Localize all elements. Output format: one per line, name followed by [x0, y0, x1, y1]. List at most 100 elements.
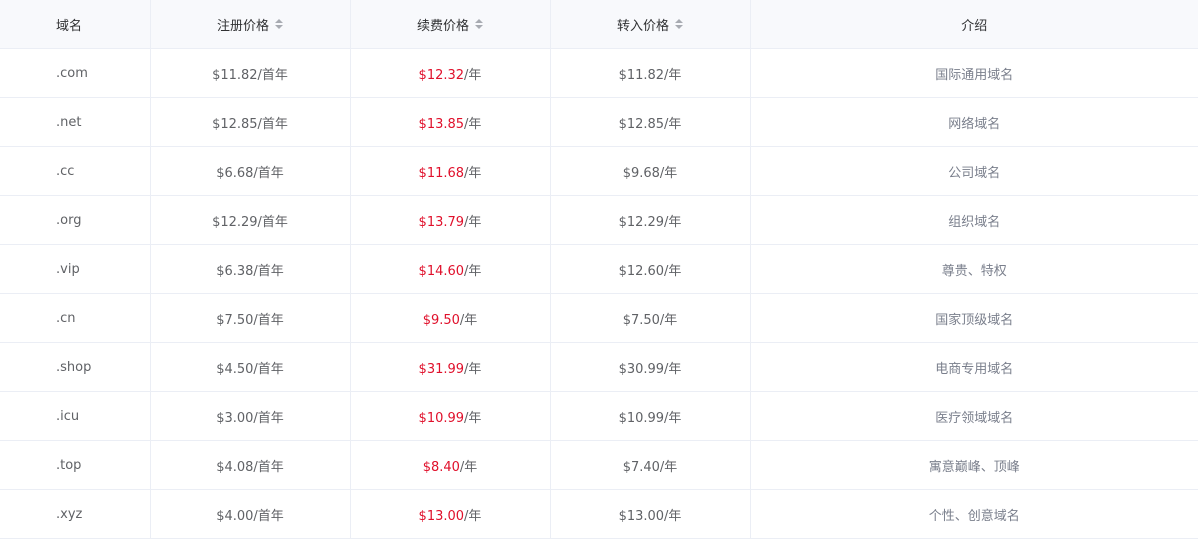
header-domain: 域名 — [0, 0, 151, 49]
header-intro-label: 介绍 — [961, 18, 988, 34]
cell-register-price: $4.08/首年 — [150, 440, 351, 490]
cell-intro: 公司域名 — [750, 146, 1198, 196]
domain-suffix: .shop — [56, 359, 92, 375]
cell-renew-price: $10.99/年 — [350, 391, 551, 441]
cell-transfer-price: $12.60/年 — [550, 244, 751, 294]
cell-register-price: $4.00/首年 — [150, 489, 351, 539]
sort-caret-icon[interactable] — [475, 19, 483, 29]
transfer-price: $12.85/年 — [618, 116, 682, 132]
register-price: $3.00/首年 — [216, 410, 284, 426]
cell-register-price: $12.85/首年 — [150, 97, 351, 147]
cell-domain: .shop — [0, 342, 151, 392]
cell-renew-price: $13.00/年 — [350, 489, 551, 539]
header-intro: 介绍 — [750, 0, 1198, 49]
header-renew-label: 续费价格 — [416, 18, 469, 34]
cell-register-price: $11.82/首年 — [150, 48, 351, 98]
domain-suffix: .icu — [56, 408, 80, 424]
intro-text: 尊贵、特权 — [941, 263, 1007, 279]
cell-domain: .top — [0, 440, 151, 490]
header-transfer-label: 转入价格 — [616, 18, 669, 34]
table-row: .icu $3.00/首年 $10.99/年 $10.99/年 医疗领域域名 — [0, 391, 1198, 441]
cell-renew-price: $11.68/年 — [350, 146, 551, 196]
table-row: .xyz $4.00/首年 $13.00/年 $13.00/年 个性、创意域名 — [0, 489, 1198, 539]
cell-renew-price: $9.50/年 — [350, 293, 551, 343]
transfer-price: $13.00/年 — [618, 508, 682, 524]
cell-renew-price: $12.32/年 — [350, 48, 551, 98]
table-header: 域名 注册价格 续费价格 转入价格 介绍 — [0, 0, 1198, 49]
transfer-price: $7.40/年 — [622, 459, 678, 475]
cell-domain: .cc — [0, 146, 151, 196]
cell-renew-price: $13.85/年 — [350, 97, 551, 147]
cell-register-price: $6.68/首年 — [150, 146, 351, 196]
register-price: $6.38/首年 — [216, 263, 284, 279]
renew-price-unit: /年 — [464, 410, 482, 426]
register-price: $6.68/首年 — [216, 165, 284, 181]
table-row: .top $4.08/首年 $8.40/年 $7.40/年 寓意巅峰、顶峰 — [0, 440, 1198, 490]
renew-price-amount: $13.79 — [418, 214, 465, 230]
intro-text: 国际通用域名 — [935, 67, 1014, 83]
header-renew-price[interactable]: 续费价格 — [350, 0, 551, 49]
renew-price-unit: /年 — [459, 459, 478, 475]
cell-transfer-price: $12.29/年 — [550, 195, 751, 245]
intro-text: 国家顶级域名 — [935, 312, 1014, 328]
cell-transfer-price: $7.40/年 — [550, 440, 751, 490]
register-price: $7.50/首年 — [216, 312, 284, 328]
header-register-label: 注册价格 — [216, 18, 269, 34]
cell-transfer-price: $7.50/年 — [550, 293, 751, 343]
table-row: .shop $4.50/首年 $31.99/年 $30.99/年 电商专用域名 — [0, 342, 1198, 392]
cell-transfer-price: $12.85/年 — [550, 97, 751, 147]
cell-intro: 电商专用域名 — [750, 342, 1198, 392]
sort-caret-icon[interactable] — [275, 19, 283, 29]
domain-suffix: .cc — [56, 163, 75, 179]
cell-intro: 尊贵、特权 — [750, 244, 1198, 294]
cell-transfer-price: $13.00/年 — [550, 489, 751, 539]
renew-price-amount: $14.60 — [418, 263, 465, 279]
register-price: $4.50/首年 — [216, 361, 284, 377]
header-domain-label: 域名 — [56, 18, 83, 34]
cell-intro: 医疗领域域名 — [750, 391, 1198, 441]
cell-domain: .com — [0, 48, 151, 98]
register-price: $12.85/首年 — [212, 116, 288, 132]
renew-price-unit: /年 — [459, 312, 478, 328]
cell-register-price: $6.38/首年 — [150, 244, 351, 294]
domain-suffix: .xyz — [56, 506, 83, 522]
renew-price-unit: /年 — [464, 361, 482, 377]
renew-price-unit: /年 — [464, 165, 482, 181]
renew-price-amount: $9.50 — [422, 312, 460, 328]
cell-register-price: $7.50/首年 — [150, 293, 351, 343]
domain-suffix: .top — [56, 457, 82, 473]
header-row: 域名 注册价格 续费价格 转入价格 介绍 — [0, 0, 1198, 49]
header-register-price[interactable]: 注册价格 — [150, 0, 351, 49]
domain-suffix: .vip — [56, 261, 80, 277]
cell-renew-price: $13.79/年 — [350, 195, 551, 245]
intro-text: 寓意巅峰、顶峰 — [928, 459, 1020, 475]
transfer-price: $7.50/年 — [622, 312, 678, 328]
table-row: .cn $7.50/首年 $9.50/年 $7.50/年 国家顶级域名 — [0, 293, 1198, 343]
renew-price-amount: $13.85 — [418, 116, 465, 132]
cell-register-price: $3.00/首年 — [150, 391, 351, 441]
cell-register-price: $12.29/首年 — [150, 195, 351, 245]
renew-price-amount: $11.68 — [418, 165, 465, 181]
table-row: .org $12.29/首年 $13.79/年 $12.29/年 组织域名 — [0, 195, 1198, 245]
cell-intro: 个性、创意域名 — [750, 489, 1198, 539]
domain-price-table: 域名 注册价格 续费价格 转入价格 介绍 .com $11.82/首年 $12.… — [0, 0, 1198, 539]
intro-text: 网络域名 — [948, 116, 1001, 132]
domain-suffix: .net — [56, 114, 82, 130]
renew-price-amount: $13.00 — [418, 508, 465, 524]
header-transfer-price[interactable]: 转入价格 — [550, 0, 751, 49]
renew-price-unit: /年 — [464, 263, 482, 279]
intro-text: 公司域名 — [948, 165, 1001, 181]
renew-price-amount: $8.40 — [422, 459, 460, 475]
sort-caret-icon[interactable] — [675, 19, 683, 29]
table-body: .com $11.82/首年 $12.32/年 $11.82/年 国际通用域名 .net $… — [0, 48, 1198, 539]
intro-text: 电商专用域名 — [935, 361, 1014, 377]
renew-price-unit: /年 — [464, 67, 482, 83]
cell-domain: .vip — [0, 244, 151, 294]
renew-price-unit: /年 — [464, 214, 482, 230]
renew-price-amount: $12.32 — [418, 67, 465, 83]
table-row: .com $11.82/首年 $12.32/年 $11.82/年 国际通用域名 — [0, 48, 1198, 98]
renew-price-amount: $31.99 — [418, 361, 465, 377]
table-row: .cc $6.68/首年 $11.68/年 $9.68/年 公司域名 — [0, 146, 1198, 196]
cell-intro: 寓意巅峰、顶峰 — [750, 440, 1198, 490]
table-row: .vip $6.38/首年 $14.60/年 $12.60/年 尊贵、特权 — [0, 244, 1198, 294]
